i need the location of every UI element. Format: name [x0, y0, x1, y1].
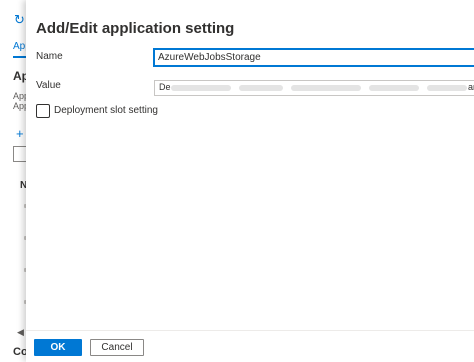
- panel-title: Add/Edit application setting: [36, 20, 235, 37]
- value-label: Value: [36, 80, 61, 91]
- redacted-segment: [427, 85, 467, 91]
- section-description-line2: App: [13, 101, 26, 111]
- section-description-line1: App: [13, 91, 26, 101]
- filter-box[interactable]: [13, 146, 26, 162]
- section-heading: Ap: [13, 69, 26, 83]
- value-input[interactable]: De ann: [154, 80, 474, 96]
- redacted-segment: [239, 85, 283, 91]
- refresh-icon[interactable]: ↻: [14, 12, 25, 28]
- value-text-prefix: De: [159, 82, 171, 92]
- redacted-segment: [369, 85, 419, 91]
- name-input[interactable]: [154, 49, 474, 66]
- name-label: Name: [36, 51, 63, 62]
- tab-underline: [13, 56, 26, 58]
- background-page: ↻ Appl Ap App App + N ◀ Co: [0, 0, 26, 361]
- add-edit-setting-panel: Add/Edit application setting Name Value …: [26, 0, 474, 362]
- chevron-left-icon[interactable]: ◀: [17, 327, 24, 338]
- panel-footer: OK Cancel: [26, 330, 474, 362]
- redacted-segment: [171, 85, 231, 91]
- deployment-slot-checkbox[interactable]: [36, 104, 50, 118]
- ok-button[interactable]: OK: [34, 339, 82, 356]
- section-heading-bottom: Co: [13, 346, 26, 358]
- value-text-suffix: ann: [467, 82, 474, 92]
- redacted-segment: [291, 85, 361, 91]
- tab-application-settings[interactable]: Appl: [13, 41, 26, 52]
- cancel-button[interactable]: Cancel: [90, 339, 144, 356]
- deployment-slot-label[interactable]: Deployment slot setting: [54, 105, 158, 116]
- plus-icon[interactable]: +: [16, 126, 24, 141]
